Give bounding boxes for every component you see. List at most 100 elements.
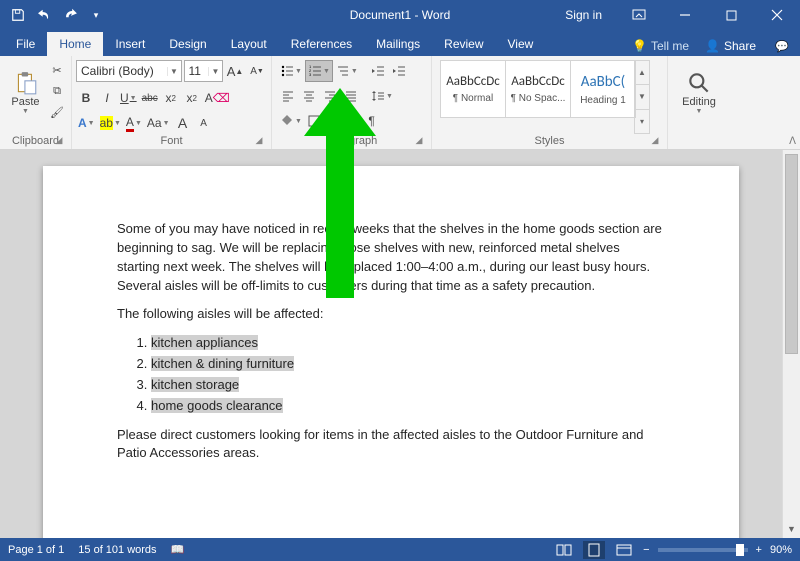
page-scroll-area[interactable]: Some of you may have noticed in recent w… [0,150,782,538]
strikethrough-button[interactable]: abc [140,87,160,109]
zoom-slider-handle[interactable] [736,544,744,556]
body-paragraph: Please direct customers looking for item… [117,426,665,464]
paste-button[interactable]: Paste ▼ [4,58,47,126]
word-count[interactable]: 15 of 101 words [78,544,156,556]
editing-button[interactable]: Editing ▼ [672,58,726,126]
undo-icon[interactable] [32,3,56,27]
quick-access-toolbar: ▾ [0,3,108,27]
grow-font-alt-button[interactable]: A [173,112,193,134]
bullets-button[interactable]: ▼ [278,60,304,82]
paragraph-launcher-icon[interactable]: ◢ [413,135,425,147]
title-bar: ▾ Document1 - Word Sign in [0,0,800,30]
styles-scroll-up-icon[interactable]: ▲ [635,61,649,85]
print-layout-icon[interactable] [583,541,605,559]
scroll-down-icon[interactable]: ▼ [783,520,800,538]
styles-expand-icon[interactable]: ▾ [635,110,649,133]
clear-formatting-icon[interactable]: A⌫ [203,87,232,109]
close-button[interactable] [754,0,800,30]
document-workspace: Some of you may have noticed in recent w… [0,150,800,538]
format-painter-icon[interactable]: 🖌 [47,102,67,122]
ribbon-display-options-icon[interactable] [616,0,662,30]
minimize-button[interactable] [662,0,708,30]
share-icon: 👤 [705,39,720,53]
shrink-font-button[interactable]: A▼ [247,60,267,82]
text-effects-button[interactable]: A▼ [76,112,97,134]
numbering-button[interactable]: 123▼ [305,60,333,82]
tab-design[interactable]: Design [157,32,218,56]
redo-icon[interactable] [58,3,82,27]
show-marks-button[interactable]: ¶ [362,110,382,132]
zoom-slider[interactable] [658,548,748,552]
clipboard-launcher-icon[interactable]: ◢ [53,135,65,147]
copy-icon[interactable]: ⧉ [47,81,67,101]
group-font: Calibri (Body)▼ 11▼ A▲ A▼ B I U▼ abc x2 … [72,56,272,149]
ribbon-tabs: File Home Insert Design Layout Reference… [0,30,800,56]
page-indicator[interactable]: Page 1 of 1 [8,544,64,556]
read-mode-icon[interactable] [553,541,575,559]
scrollbar-thumb[interactable] [785,154,798,354]
web-layout-icon[interactable] [613,541,635,559]
superscript-button[interactable]: x2 [182,87,202,109]
tab-layout[interactable]: Layout [219,32,279,56]
list-item: kitchen appliances [151,334,665,353]
collapse-ribbon-icon[interactable]: ᐱ [789,136,796,147]
tab-home[interactable]: Home [47,32,103,56]
change-case-button[interactable]: Aa▼ [145,112,172,134]
shrink-font-alt-button[interactable]: A [194,112,214,134]
zoom-level[interactable]: 90% [770,544,792,556]
multilevel-list-button[interactable]: ▼ [334,60,360,82]
tab-references[interactable]: References [279,32,364,56]
subscript-button[interactable]: x2 [161,87,181,109]
qat-customize-icon[interactable]: ▾ [84,3,108,27]
font-size-combo[interactable]: 11▼ [184,60,223,82]
font-launcher-icon[interactable]: ◢ [253,135,265,147]
styles-scroll-down-icon[interactable]: ▼ [635,85,649,109]
borders-button[interactable]: ▼ [305,110,331,132]
zoom-out-button[interactable]: − [643,544,649,556]
line-spacing-button[interactable]: ▼ [369,85,395,107]
window-title: Document1 - Word [350,8,450,22]
zoom-in-button[interactable]: + [756,544,762,556]
tab-view[interactable]: View [496,32,546,56]
style-normal[interactable]: AaBbCcDc¶ Normal [440,60,506,118]
document-page[interactable]: Some of you may have noticed in recent w… [43,166,739,538]
cut-icon[interactable]: ✂ [47,60,67,80]
italic-button[interactable]: I [97,87,117,109]
tab-file[interactable]: File [4,32,47,56]
justify-button[interactable] [341,85,361,107]
styles-launcher-icon[interactable]: ◢ [649,135,661,147]
grow-font-button[interactable]: A▲ [225,60,245,82]
group-paragraph: ▼ 123▼ ▼ ▼ ▼ ▼ AZ↓ ¶ [272,56,432,149]
comments-icon[interactable]: 💬 [772,36,792,56]
highlight-button[interactable]: ab▼ [98,112,123,134]
shading-button[interactable]: ▼ [278,110,304,132]
list-item: kitchen & dining furniture [151,355,665,374]
style-no-spacing[interactable]: AaBbCcDc¶ No Spac... [505,60,571,118]
decrease-indent-button[interactable] [368,60,388,82]
align-right-button[interactable] [320,85,340,107]
underline-button[interactable]: U▼ [118,87,139,109]
font-name-combo[interactable]: Calibri (Body)▼ [76,60,182,82]
align-left-button[interactable] [278,85,298,107]
sort-button[interactable]: AZ↓ [339,110,361,132]
sign-in-link[interactable]: Sign in [551,8,616,22]
align-center-button[interactable] [299,85,319,107]
spell-check-icon[interactable]: 📖 [171,543,185,556]
vertical-scrollbar[interactable]: ▲ ▼ [782,150,800,538]
tell-me[interactable]: 💡Tell me [632,39,689,53]
maximize-button[interactable] [708,0,754,30]
lightbulb-icon: 💡 [632,39,647,53]
styles-gallery-nav: ▲ ▼ ▾ [634,60,650,134]
style-heading-1[interactable]: AaBbC(Heading 1 [570,60,636,118]
increase-indent-button[interactable] [389,60,409,82]
save-icon[interactable] [6,3,30,27]
chevron-down-icon: ▼ [208,67,222,76]
tab-mailings[interactable]: Mailings [364,32,432,56]
body-paragraph: Some of you may have noticed in recent w… [117,220,665,295]
ribbon: Paste ▼ ✂ ⧉ 🖌 Clipboard◢ Calibri (Body)▼… [0,56,800,150]
tab-insert[interactable]: Insert [103,32,157,56]
font-color-button[interactable]: A▼ [124,112,144,134]
share-button[interactable]: 👤Share [697,39,764,53]
tab-review[interactable]: Review [432,32,495,56]
bold-button[interactable]: B [76,87,96,109]
